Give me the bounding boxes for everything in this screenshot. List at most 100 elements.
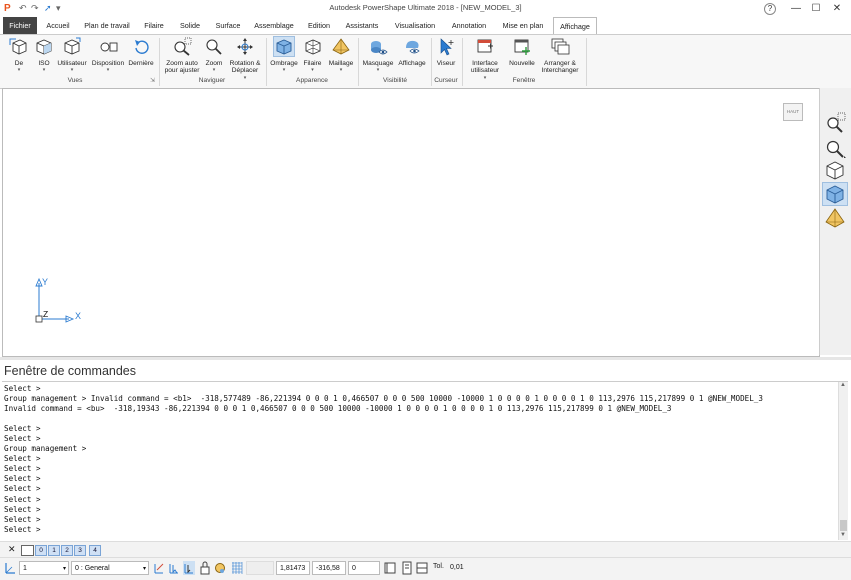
command-scrollbar[interactable]: ▲ ▼: [838, 382, 848, 540]
tolerance-label: Tol.: [433, 563, 444, 570]
scroll-thumb[interactable]: [840, 520, 847, 531]
crosshair-label: Viseur: [436, 59, 456, 67]
x-coordinate-field[interactable]: 1,81473: [276, 561, 310, 575]
layer-4[interactable]: 4: [89, 545, 101, 556]
relative-coords-icon[interactable]: [401, 561, 413, 575]
rotate-pan-button[interactable]: Rotation & Déplacer ▾: [226, 37, 264, 82]
grid-icon[interactable]: [231, 561, 243, 575]
command-log-line: Group management > Invalid command = <b1…: [4, 394, 763, 404]
tab-plan-de-travail[interactable]: Plan de travail: [81, 17, 133, 34]
snap-icon[interactable]: [153, 561, 165, 575]
tolerance-field[interactable]: 0,01: [447, 561, 471, 575]
group-separator: [586, 38, 587, 86]
zoom-fit-button[interactable]: Zoom auto pour ajuster: [162, 37, 202, 75]
group-label-visibilite: Visibilité: [382, 77, 408, 84]
wireframe-label: Filaire: [303, 59, 322, 67]
view-toolbar: [819, 88, 851, 355]
tab-accueil[interactable]: Accueil: [41, 17, 75, 34]
cursor-arrow-icon: [440, 38, 454, 56]
scroll-down-icon[interactable]: ▼: [840, 532, 846, 538]
display-label: Affichage: [398, 59, 426, 67]
arrange-windows-button[interactable]: Arranger & Interchanger: [538, 37, 582, 75]
tab-assemblage[interactable]: Assemblage: [251, 17, 297, 34]
tab-edition[interactable]: Edition: [303, 17, 335, 34]
chevron-down-icon: ▾: [142, 566, 146, 572]
view-iso-button[interactable]: ISO ▾: [33, 37, 55, 75]
layer-toggle-icon[interactable]: [21, 545, 34, 556]
crosshair-button[interactable]: Viseur: [434, 37, 458, 67]
rotate-pan-icon: [237, 38, 253, 55]
zoom-button[interactable]: Zoom ▾: [203, 37, 225, 75]
tab-affichage[interactable]: Affichage: [553, 17, 597, 35]
y-coordinate-field[interactable]: -316,58: [312, 561, 346, 575]
command-log-line: Select >: [4, 524, 41, 534]
tab-solide[interactable]: Solide: [175, 17, 205, 34]
command-window[interactable]: Select > Group management > Invalid comma…: [2, 381, 848, 540]
command-log-line: Select >: [4, 434, 41, 444]
zoom-side-button[interactable]: [823, 137, 847, 159]
tab-mise-en-plan[interactable]: Mise en plan: [497, 17, 549, 34]
grid-snap-icon[interactable]: [183, 561, 195, 575]
tab-visualisation[interactable]: Visualisation: [389, 17, 441, 34]
group-separator: [159, 38, 160, 86]
snap-cursor-icon[interactable]: [168, 561, 180, 575]
render-icon[interactable]: [214, 561, 226, 575]
rotate-pan-label: Rotation & Déplacer: [229, 59, 261, 75]
command-log-line: Select >: [4, 494, 41, 504]
maximize-button[interactable]: ☐: [806, 0, 826, 17]
view-layout-button[interactable]: Disposition ▾: [90, 37, 126, 75]
close-button[interactable]: ✕: [827, 0, 847, 17]
user-interface-button[interactable]: Interface utilisateur ▾: [465, 37, 505, 82]
zoom-fit-side-button[interactable]: [823, 111, 847, 133]
level-select[interactable]: 1 ▾: [19, 561, 69, 575]
z-coordinate-field[interactable]: 0: [348, 561, 380, 575]
wireframe-side-button[interactable]: [823, 159, 847, 181]
layer-bar: ✕ 0 1 2 3 4: [0, 541, 851, 557]
mesh-side-button[interactable]: [823, 207, 847, 229]
minimize-button[interactable]: —: [786, 0, 806, 17]
mesh-button[interactable]: Maillage ▾: [326, 37, 356, 75]
workplane-icon[interactable]: [4, 561, 16, 575]
layer-2[interactable]: 2: [61, 545, 73, 556]
new-window-button[interactable]: Nouvelle: [507, 37, 537, 67]
cube-view-icon: [9, 38, 27, 55]
command-log-line: Select >: [4, 464, 41, 474]
panel-splitter[interactable]: [0, 357, 851, 360]
chevron-down-icon: ▾: [62, 566, 66, 572]
view-user-button[interactable]: Utilisateur ▾: [56, 37, 88, 75]
shading-button[interactable]: Ombrage ▾: [269, 36, 299, 75]
view-layout-label: Disposition: [91, 59, 125, 67]
polar-coords-icon[interactable]: [416, 561, 428, 575]
wireframe-button[interactable]: Filaire ▾: [300, 37, 325, 75]
display-button[interactable]: Affichage: [396, 37, 428, 67]
view-last-button[interactable]: Dernière: [127, 37, 155, 67]
user-view-cube-icon: [64, 37, 81, 55]
tab-surface[interactable]: Surface: [211, 17, 245, 34]
command-log-line: Select >: [4, 474, 41, 484]
tab-fichier[interactable]: Fichier: [3, 17, 37, 34]
workplane-select[interactable]: 0 : General ▾: [71, 561, 149, 575]
new-window-icon: [514, 39, 530, 55]
hide-button[interactable]: Masquage ▾: [361, 37, 395, 75]
tab-annotation[interactable]: Annotation: [447, 17, 491, 34]
help-button[interactable]: ?: [764, 3, 776, 15]
status-spacer-field: [246, 561, 274, 575]
layer-0[interactable]: 0: [35, 545, 47, 556]
graphics-viewport[interactable]: Y X Z: [2, 88, 820, 357]
tab-assistants[interactable]: Assistants: [341, 17, 383, 34]
tab-filaire[interactable]: Filaire: [139, 17, 169, 34]
lock-icon[interactable]: [199, 561, 211, 575]
ribbon-panel: De ▾ ISO ▾ Utilisateur ▾ Disposition ▾ Derni…: [0, 34, 851, 89]
view-from-button[interactable]: De ▾: [6, 37, 32, 75]
absolute-coords-icon[interactable]: [384, 561, 396, 575]
layer-1[interactable]: 1: [48, 545, 60, 556]
display-eye-icon: [406, 40, 420, 54]
view-cube-top[interactable]: HAUT: [783, 103, 803, 121]
close-icon[interactable]: ✕: [8, 544, 16, 555]
scroll-up-icon[interactable]: ▲: [840, 382, 846, 388]
dialog-launcher-icon[interactable]: ⇲: [150, 77, 155, 84]
view-from-label: De: [14, 59, 24, 67]
shading-side-button[interactable]: [822, 182, 848, 206]
level-value: 1: [23, 565, 27, 572]
layer-3[interactable]: 3: [74, 545, 86, 556]
